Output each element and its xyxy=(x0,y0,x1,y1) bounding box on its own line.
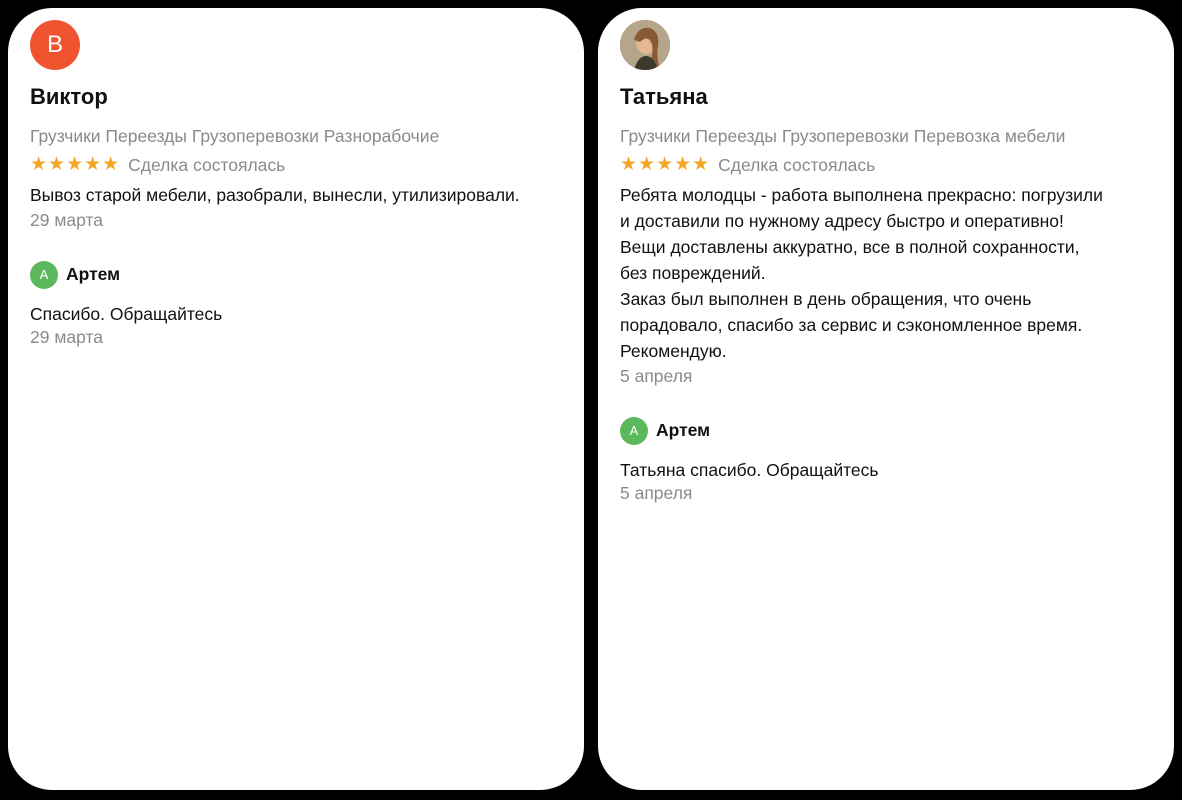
review-categories: Грузчики Переезды Грузоперевозки Перевоз… xyxy=(620,126,1066,147)
review-text: Вывоз старой мебели, разобрали, вынесли,… xyxy=(30,185,520,206)
reply-author-name: Артем xyxy=(66,264,121,285)
reply-text: Спасибо. Обращайтесь xyxy=(30,303,223,324)
review-date: 29 марта xyxy=(30,210,103,231)
reply-avatar: А xyxy=(620,416,648,445)
star-rating-icon: ★★★★★ xyxy=(620,154,711,176)
rating-row: ★★★★★ Сделка состоялась xyxy=(30,153,570,178)
reply-text: Татьяна спасибо. Обращайтесь xyxy=(620,459,879,480)
review-categories: Грузчики Переезды Грузоперевозки Разнора… xyxy=(30,126,440,147)
review-content: В Виктор Грузчики Переезды Грузоперевозк… xyxy=(30,20,570,350)
rating-row: ★★★★★ Сделка состоялась xyxy=(620,153,1160,178)
reply-header: А Артем xyxy=(620,416,1160,445)
reply-author-name: Артем xyxy=(656,420,711,441)
avatar-photo-icon xyxy=(620,20,670,70)
deal-status: Сделка состоялась xyxy=(128,155,286,176)
reply-date: 29 марта xyxy=(30,327,103,348)
review-author-name[interactable]: Татьяна xyxy=(620,84,1160,110)
reply-avatar: А xyxy=(30,260,58,289)
review-card-tatiana: Татьяна Грузчики Переезды Грузоперевозки… xyxy=(598,8,1174,790)
review-card-viktor: В Виктор Грузчики Переезды Грузоперевозк… xyxy=(8,8,584,790)
review-text: Ребята молодцы - работа выполнена прекра… xyxy=(620,185,1103,362)
reviews-page: В Виктор Грузчики Переезды Грузоперевозк… xyxy=(0,0,1182,800)
star-rating-icon: ★★★★★ xyxy=(30,154,121,176)
reply-header: А Артем xyxy=(30,260,570,289)
deal-status: Сделка состоялась xyxy=(718,155,876,176)
review-author-name[interactable]: Виктор xyxy=(30,84,570,110)
avatar[interactable] xyxy=(620,20,670,70)
review-date: 5 апреля xyxy=(620,366,693,387)
review-content: Татьяна Грузчики Переезды Грузоперевозки… xyxy=(620,20,1160,506)
avatar[interactable]: В xyxy=(30,20,80,70)
reply-date: 5 апреля xyxy=(620,483,693,504)
